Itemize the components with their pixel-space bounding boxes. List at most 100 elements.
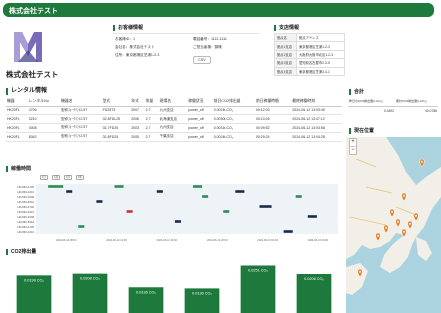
map-marker-icon[interactable] [401, 192, 407, 202]
timeline-bar [295, 195, 302, 198]
timeline-row-label: HK20FL4008 [18, 215, 35, 219]
timeline-row-label: HK20FL8342 [18, 220, 35, 224]
map-marker-dot [391, 210, 393, 213]
timeline-bar [283, 230, 293, 233]
total-section-title: 合計 [349, 89, 364, 95]
page-title: 株式会社テスト [9, 8, 58, 15]
table-row: HK20FL 4706 型枠ﾌｫｰｸﾘﾌﾄ2.5T FD25T3 2007 2.7 九州支店… [6, 106, 342, 116]
top-bar: 株式会社テスト [0, 0, 441, 20]
timeline-bar [223, 210, 230, 213]
timeline-bar [96, 200, 103, 203]
branch-section-title: 支店情報 [274, 25, 299, 31]
table-row: 0.3492 40.0786 [383, 108, 437, 113]
co2-bar-label: 0.0208 CO₂ [80, 277, 100, 281]
csv-button[interactable]: CSV [193, 56, 211, 64]
co2-bar-label: 0.0199 CO₂ [24, 278, 44, 282]
filter-month-button[interactable]: 1月 [64, 175, 72, 180]
rental-table: 機器 レンタルNo 機器名 型式 年式 排量 現場名 稼働状況 前日CO2排出量… [6, 97, 342, 142]
timeline-bar [114, 185, 124, 188]
map-marker-icon[interactable] [401, 228, 407, 238]
map-marker-dot [397, 220, 399, 223]
map-marker-dot [359, 270, 361, 273]
co2-bar [240, 265, 276, 313]
timeline-chart: HK20FL4706HK20FL3210HK20FL4008HK20FL8342… [18, 184, 338, 242]
map-marker-icon[interactable] [395, 218, 401, 228]
timeline-row-label: HK20FL3210 [18, 190, 35, 194]
map-marker-icon[interactable] [357, 268, 363, 278]
location-section-title: 現在位置 [349, 128, 374, 134]
co2-chart: 0.0199 CO₂ 0.0208 CO₂ 0.0136 CO₂ 0.0130 CO₂… [16, 265, 332, 313]
customer-section-title: お客様情報 [113, 25, 143, 31]
table-row: 拠点4支店 東京都港区芝浦3-4-1 [274, 66, 345, 76]
customer-company: 会社名：株式会社テスト [115, 45, 155, 49]
co2-bar-label: 0.0206 CO₂ [304, 277, 324, 281]
timeline-tick-label: 2024-06-12 20:00 [207, 238, 228, 242]
timeline-bar [259, 205, 272, 208]
timeline-bar [193, 185, 203, 188]
timeline-row-label: HK20FL4706 [18, 205, 35, 209]
map-markers [357, 158, 425, 278]
timeline-bar [78, 225, 85, 228]
customer-phone: 電話番号：1112-1111 [193, 37, 227, 41]
table-header-row: 機器 レンタルNo 機器名 型式 年式 排量 現場名 稼働状況 前日CO2排出量… [6, 97, 342, 107]
timeline-row-label: HK20FL3210 [18, 230, 35, 234]
table-row: 拠点名 拠点アドレス [274, 32, 345, 43]
timeline-bar [126, 210, 133, 213]
co2-bar-label: 0.0251 CO₂ [248, 268, 268, 272]
map-marker-icon[interactable] [419, 158, 425, 168]
co2-bar-label: 0.0136 CO₂ [136, 290, 156, 294]
timeline-tick-label: 2024-06-13 00:00 [257, 238, 278, 242]
timeline-tick-label: 2024-06-12 08:00 [56, 238, 77, 242]
rental-section-title: レンタル情報 [6, 88, 47, 95]
map-marker-dot [421, 160, 423, 163]
customer-contact: ご担当者様：御様 [193, 45, 222, 49]
map-marker-icon[interactable] [413, 212, 419, 222]
map-marker-icon[interactable] [407, 220, 413, 230]
map-marker-dot [385, 226, 387, 229]
map-marker-icon[interactable] [383, 224, 389, 234]
timeline-row-label: HK20FL4008 [18, 195, 35, 199]
table-row: 拠点2支店 大阪府大阪市北区1-2-3 [274, 49, 345, 60]
branch-table: 拠点名 拠点アドレス 拠点1支店 東京都港区芝浦1-2-3 拠点2支店 大阪府大阪市北… [274, 32, 345, 76]
filter-year-button[interactable]: 1年 [76, 175, 84, 180]
map-marker-dot [415, 214, 417, 217]
timeline-bar [66, 190, 73, 193]
map-marker-dot [409, 222, 411, 225]
timeline-section-title: 稼働時間 [6, 166, 31, 172]
table-row: HK20FL 4008 型枠ﾌｫｰｸﾘﾌﾄ2.5T 02-7FD25 2003 2.7 九州… [6, 123, 342, 133]
timeline-tick-label: 2024-06-12 12:00 [106, 238, 127, 242]
timeline-row-label: HK20FL3210 [18, 210, 35, 214]
timeline-row-label: HK20FL4706 [18, 185, 35, 189]
customer-divider [112, 33, 260, 34]
timeline-bar [235, 190, 245, 193]
map-marker-dot [403, 230, 405, 233]
co2-section-title: CO2排出量 [6, 249, 36, 255]
customer-id: お客様ID：1 [115, 37, 135, 41]
table-row: HK20FL 8342 型枠ﾌｫｰｸﾘﾌﾄ2.5T 02-8FD25 2005 2.7 千葉… [6, 132, 342, 142]
table-header-row: 昨日のCO2排出量(t-CO₂) 累計CO2排出量(t-CO₂) [348, 97, 438, 107]
map-marker-dot [377, 234, 379, 237]
total-table: 昨日のCO2排出量(t-CO₂) 累計CO2排出量(t-CO₂) 0.3492 … [348, 97, 438, 115]
timeline-row-label: HK20FL4706 [18, 225, 35, 229]
filter-week-button[interactable]: 1週 [52, 175, 60, 180]
table-row: HK20FL 3210 型枠ﾌｫｰｸﾘﾌﾄ2.5T 02-8FDL25 2006 2.7 北… [6, 114, 342, 125]
co2-bar-label: 0.0130 CO₂ [192, 291, 212, 295]
timeline-tick-label: 2024-06-13 04:00 [308, 238, 329, 242]
timeline-bar [307, 215, 317, 218]
timeline-row-label: HK20FL8342 [18, 200, 35, 204]
timeline-bar [202, 195, 209, 198]
map-marker-dot [403, 194, 405, 197]
map-marker-icon[interactable] [375, 232, 381, 242]
map-marker-icon[interactable] [389, 208, 395, 218]
company-logo [12, 30, 44, 64]
table-row: 拠点3支店 愛知県名古屋市2-3-5 [274, 58, 345, 68]
customer-address: 住所：東京都港区芝浦1-2-3 [115, 53, 160, 57]
timeline-bar [48, 185, 64, 188]
table-row: 拠点1支店 東京都港区芝浦1-2-3 [274, 41, 345, 51]
timeline-bar [156, 190, 163, 193]
header-pill: 株式会社テスト [3, 3, 434, 17]
timeline-tick-label: 2024-06-12 16:00 [157, 238, 178, 242]
filter-day-button[interactable]: 1日 [40, 175, 48, 180]
company-name: 株式会社テスト [6, 70, 59, 79]
timeline-bar [174, 220, 181, 223]
